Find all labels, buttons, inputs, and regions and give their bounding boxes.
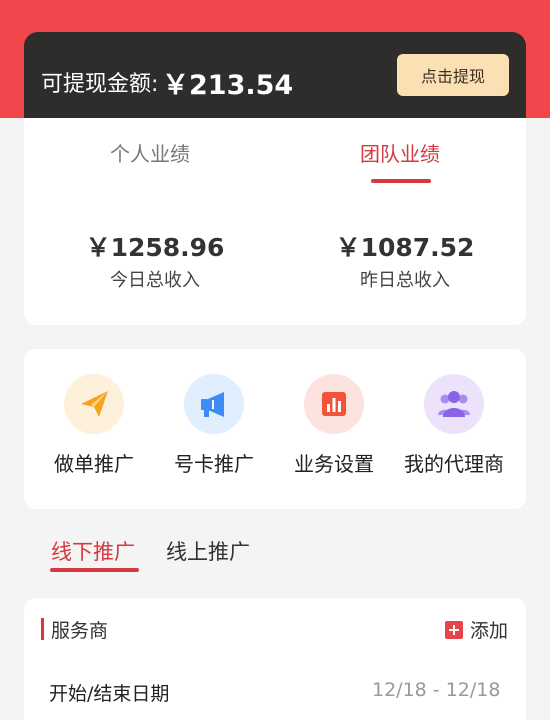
menu-label: 我的代理商 — [404, 452, 504, 476]
menu-item-order-promotion[interactable]: 做单推广 — [34, 374, 154, 477]
date-range-label: 开始/结束日期 — [49, 683, 170, 705]
service-provider-form: 服务商 添加 开始/结束日期 12/18 - 12/18 — [24, 598, 526, 720]
tab-personal-performance[interactable]: 个人业绩 — [50, 138, 250, 167]
bar-chart-icon — [304, 374, 364, 434]
today-income-label: 今日总收入 — [110, 270, 200, 291]
yesterday-income-amount: ￥1087.52 — [335, 233, 475, 262]
balance-amount: ￥213.54 — [162, 70, 294, 101]
tab-offline-promotion[interactable]: 线下推广 — [51, 536, 135, 566]
balance-card: 可提现金额: ￥213.54 点击提现 — [24, 32, 526, 120]
menu-item-my-agents[interactable]: 我的代理商 — [394, 374, 514, 477]
tab-online-promotion[interactable]: 线上推广 — [166, 536, 250, 566]
section-marker — [41, 618, 44, 640]
withdraw-button[interactable]: 点击提现 — [397, 54, 509, 96]
section-title: 服务商 — [51, 620, 109, 642]
active-subtab-indicator — [50, 568, 139, 572]
today-income-amount: ￥1258.96 — [85, 233, 225, 262]
yesterday-income-label: 昨日总收入 — [360, 270, 450, 291]
menu-label: 做单推广 — [54, 452, 134, 476]
megaphone-icon — [184, 374, 244, 434]
performance-card: 个人业绩 团队业绩 ￥1258.96 今日总收入 ￥1087.52 昨日总收入 — [24, 118, 526, 325]
balance-label: 可提现金额: — [41, 72, 159, 97]
menu-label: 号卡推广 — [174, 452, 254, 476]
menu-item-card-promotion[interactable]: 号卡推广 — [154, 374, 274, 477]
add-label: 添加 — [470, 620, 509, 642]
active-tab-indicator — [371, 179, 431, 183]
date-range-picker[interactable]: 12/18 - 12/18 — [372, 679, 500, 701]
menu-label: 业务设置 — [294, 452, 374, 476]
menu-item-business-settings[interactable]: 业务设置 — [274, 374, 394, 477]
paper-plane-icon — [64, 374, 124, 434]
add-button[interactable]: 添加 — [445, 616, 508, 643]
plus-icon — [445, 620, 463, 639]
feature-menu: 做单推广 号卡推广 业务设置 我的代理商 — [24, 349, 526, 509]
group-icon — [424, 374, 484, 434]
tab-team-performance[interactable]: 团队业绩 — [300, 138, 500, 167]
